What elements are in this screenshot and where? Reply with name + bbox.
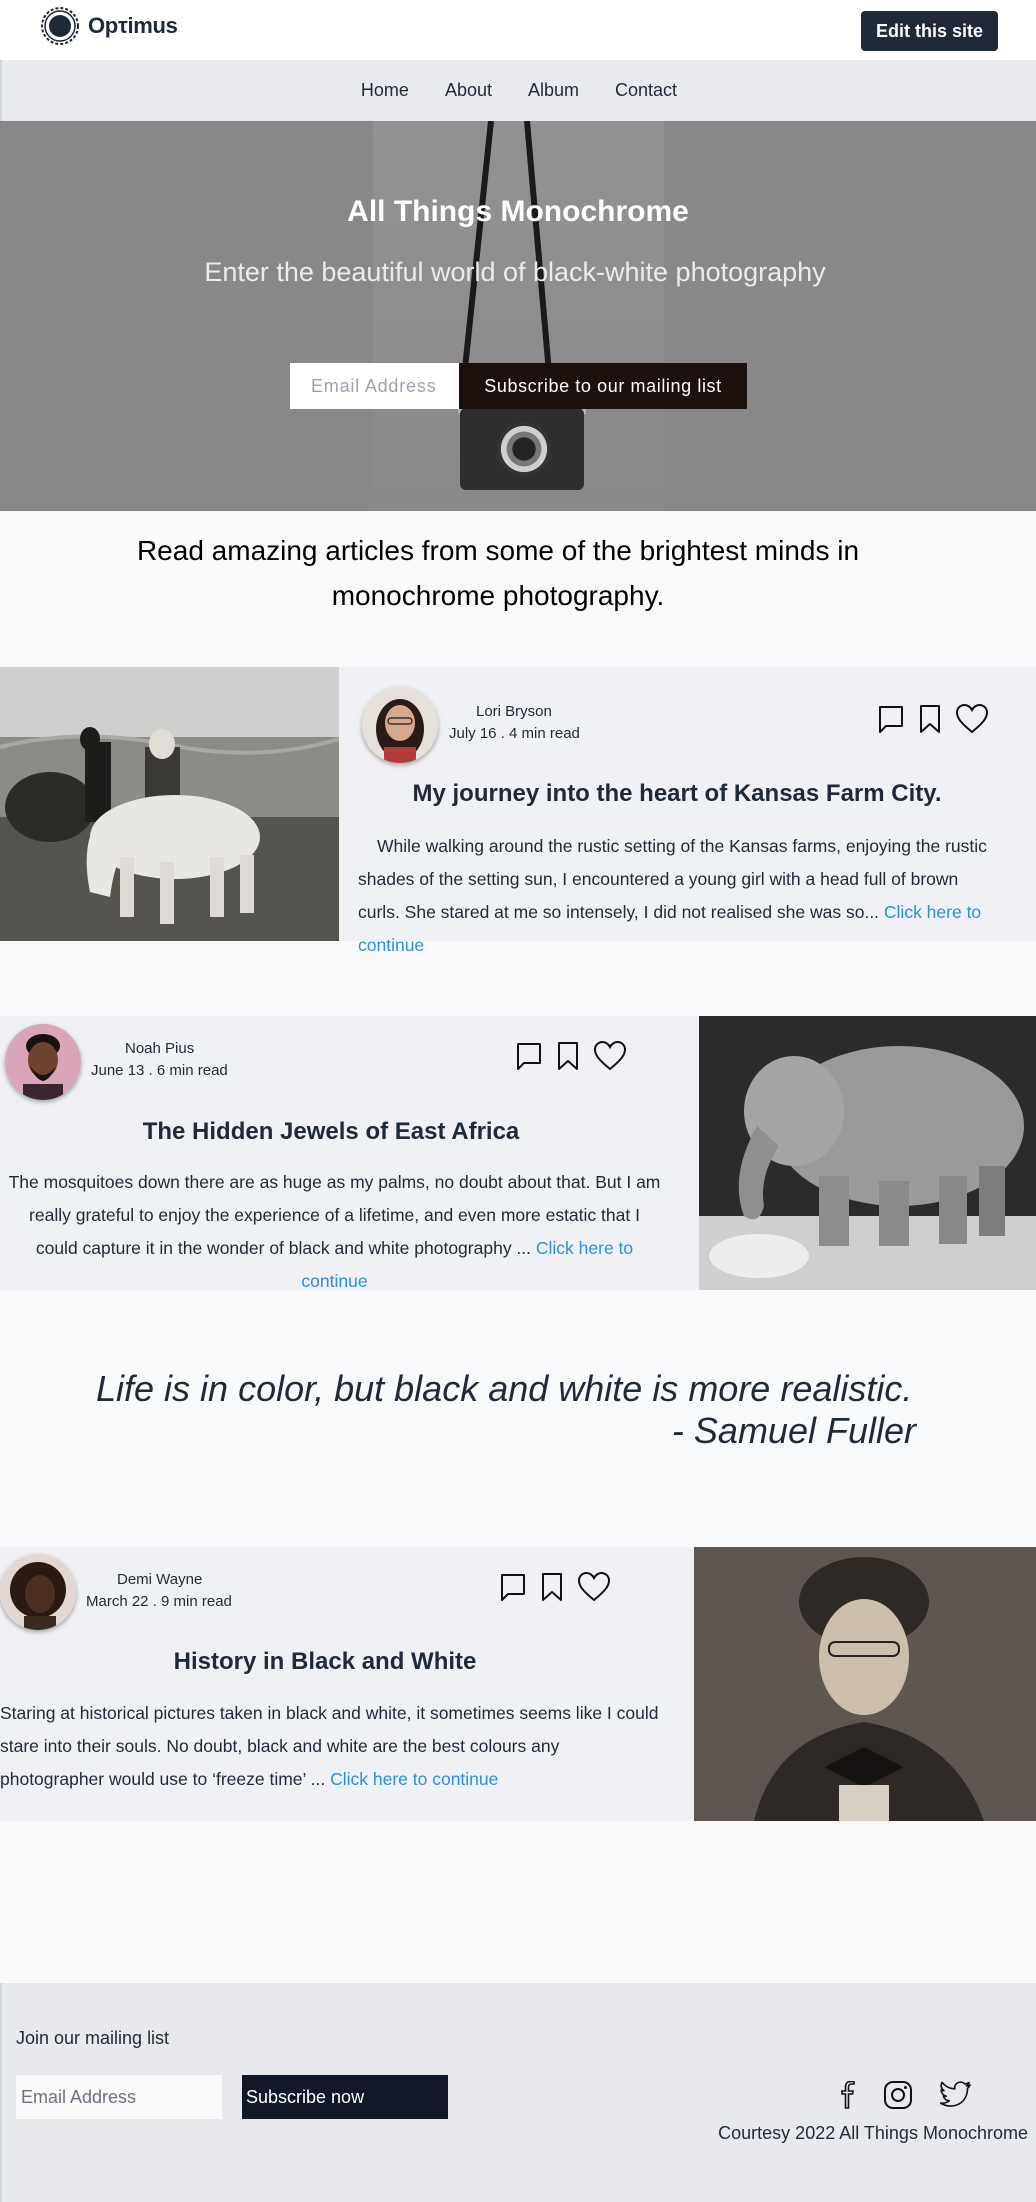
hero-subscribe-form: Subscribe to our mailing list [290, 363, 747, 409]
logo[interactable]: Opτimus [40, 6, 178, 46]
article-card: Noah Pius June 13 . 6 min read The Hidde… [0, 1016, 1036, 1291]
avatar[interactable] [362, 687, 438, 763]
bookmark-icon[interactable] [555, 1041, 581, 1071]
article-image-vintage-portrait [694, 1547, 1036, 1821]
bookmark-icon[interactable] [539, 1572, 565, 1602]
article-image-horse [0, 667, 339, 941]
intro-text: Read amazing articles from some of the b… [136, 535, 860, 611]
comment-icon[interactable] [515, 1041, 543, 1071]
bookmark-icon[interactable] [917, 704, 943, 734]
heart-icon[interactable] [955, 703, 989, 735]
article-actions [515, 1040, 627, 1072]
quote-text: Life is in color, but black and white is… [96, 1368, 913, 1409]
comment-icon[interactable] [877, 704, 905, 734]
nav-item-about[interactable]: About [445, 80, 492, 101]
footer-email-input[interactable] [16, 2075, 222, 2119]
author-name[interactable]: Lori Bryson [476, 703, 552, 720]
copyright-text: Courtesy 2022 All Things Monochrome [718, 2123, 1028, 2143]
hero-subscribe-button[interactable]: Subscribe to our mailing list [459, 363, 747, 409]
comment-icon[interactable] [499, 1572, 527, 1602]
nav-item-contact[interactable]: Contact [615, 80, 677, 101]
footer-mailing-label: Join our mailing list [16, 2028, 170, 2048]
quote-author: - Samuel Fuller [671, 1410, 916, 1451]
hero-title: All Things Monochrome [0, 195, 1036, 229]
instagram-icon[interactable] [883, 2080, 913, 2110]
article-meta: March 22 . 9 min read [86, 1593, 232, 1610]
author-name[interactable]: Demi Wayne [117, 1571, 202, 1588]
edit-site-button[interactable]: Edit this site [861, 11, 998, 51]
heart-icon[interactable] [593, 1040, 627, 1072]
avatar[interactable] [5, 1024, 81, 1100]
social-links [840, 2080, 972, 2110]
article-title[interactable]: History in Black and White [0, 1648, 650, 1676]
continue-reading-link[interactable]: Click here to continue [330, 1769, 498, 1789]
nav-item-home[interactable]: Home [361, 80, 409, 101]
hero-banner: All Things Monochrome Enter the beautifu… [0, 121, 1036, 511]
twitter-icon[interactable] [940, 2081, 972, 2109]
hero-email-input[interactable] [290, 363, 459, 409]
article-meta: July 16 . 4 min read [449, 725, 580, 742]
article-title[interactable]: The Hidden Jewels of East Africa [0, 1118, 662, 1146]
footer-subscribe-button[interactable]: Subscribe now [242, 2075, 448, 2119]
logo-text: Opτimus [88, 13, 178, 38]
article-actions [499, 1571, 611, 1603]
heart-icon[interactable] [577, 1571, 611, 1603]
article-card: Demi Wayne March 22 . 9 min read History… [0, 1547, 1036, 1821]
sun-gear-icon [41, 7, 79, 45]
main-nav: Home About Album Contact [0, 60, 1036, 121]
article-image-elephant [699, 1016, 1036, 1290]
avatar[interactable] [0, 1554, 76, 1630]
article-excerpt: While walking around the rustic setting … [358, 830, 1003, 962]
article-actions [877, 703, 989, 735]
article-meta: June 13 . 6 min read [91, 1062, 228, 1079]
hero-title-prefix: All Things [347, 195, 501, 228]
top-header: Opτimus Edit this site [0, 0, 1036, 60]
hero-subtitle: Enter the beautiful world of black-white… [204, 257, 826, 287]
featured-quote: Life is in color, but black and white is… [96, 1368, 916, 1452]
article-title[interactable]: My journey into the heart of Kansas Farm… [339, 780, 1015, 808]
camera-lens [497, 422, 551, 476]
nav-item-album[interactable]: Album [528, 80, 579, 101]
site-footer: Join our mailing list Subscribe now Cour… [0, 1983, 1036, 2202]
article-card: Lori Bryson July 16 . 4 min read My jour… [0, 667, 1036, 955]
article-excerpt: The mosquitoes down there are as huge as… [7, 1166, 662, 1298]
article-excerpt: Staring at historical pictures taken in … [0, 1697, 660, 1796]
facebook-icon[interactable] [840, 2081, 856, 2109]
hero-title-bold: Monochrome [500, 195, 689, 228]
author-name[interactable]: Noah Pius [125, 1040, 194, 1057]
